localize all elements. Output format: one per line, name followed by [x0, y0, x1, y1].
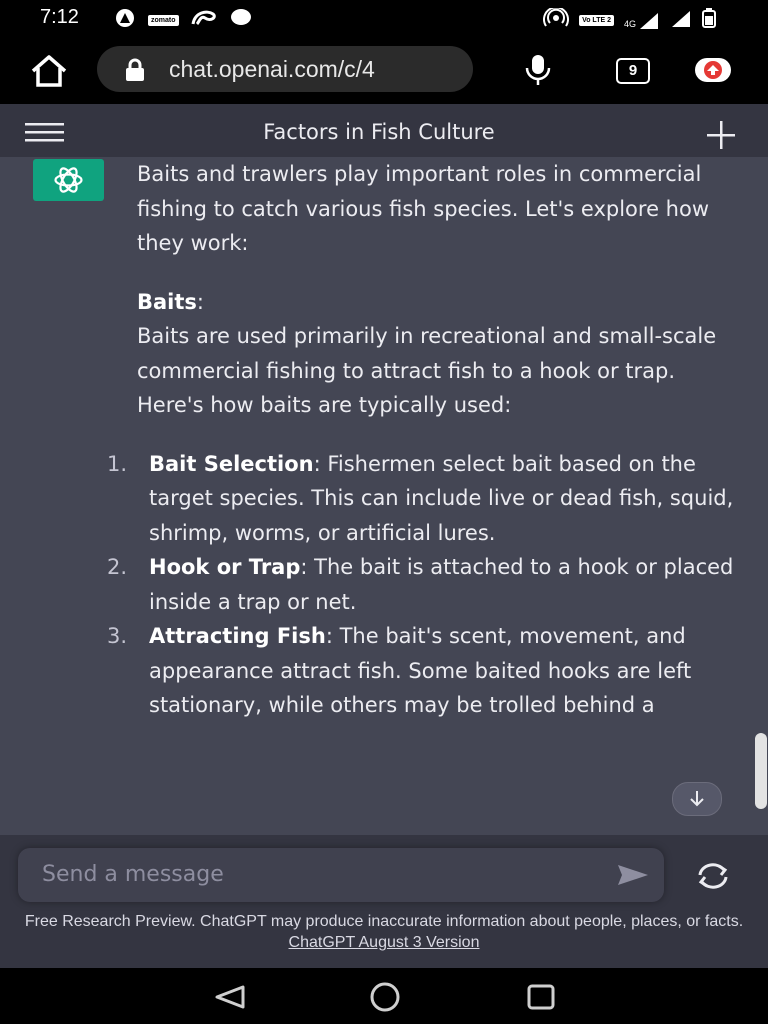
chat-message-area: Baits and trawlers play important roles … — [0, 157, 768, 835]
network-type-label: 4G — [623, 19, 636, 29]
disclaimer: Free Research Preview. ChatGPT may produ… — [0, 911, 768, 953]
assistant-message: Baits and trawlers play important roles … — [107, 157, 737, 723]
list-item: 1. Bait Selection: Fishermen select bait … — [107, 447, 737, 551]
scrollbar-thumb[interactable] — [755, 733, 767, 809]
url-text[interactable]: chat.openai.com/c/4 — [169, 56, 375, 83]
airtel-icon — [189, 8, 219, 32]
recents-square-icon[interactable] — [526, 983, 556, 1015]
signal-4g-icon: 4G — [624, 11, 660, 29]
message-input-placeholder[interactable]: Send a message — [42, 862, 224, 887]
update-icon[interactable] — [695, 58, 731, 82]
browser-toolbar: chat.openai.com/c/4 9 — [0, 34, 768, 104]
back-triangle-icon[interactable] — [213, 984, 247, 1014]
chat-bubble-icon — [229, 8, 253, 32]
composer: Send a message Free Research Preview. Ch… — [0, 835, 768, 968]
arrow-down-icon — [690, 791, 704, 807]
list-item-number: 1. — [107, 451, 128, 476]
page-title: Factors in Fish Culture — [263, 120, 495, 144]
zomato-icon: zomato — [148, 14, 179, 26]
regenerate-icon[interactable] — [694, 861, 732, 891]
bait-steps-list: 1. Bait Selection: Fishermen select bait … — [107, 447, 737, 723]
version-link[interactable]: ChatGPT August 3 Version — [289, 934, 480, 951]
mic-icon[interactable] — [524, 54, 552, 90]
section-heading-suffix: : — [196, 289, 204, 314]
lock-icon[interactable] — [124, 58, 146, 86]
list-item-title: Hook or Trap — [149, 555, 301, 579]
scroll-down-button[interactable] — [672, 782, 722, 816]
list-item-title: Bait Selection — [149, 451, 314, 476]
hotspot-icon — [543, 6, 569, 32]
home-icon[interactable] — [29, 54, 69, 92]
battery-icon — [702, 8, 716, 32]
status-time: 7:12 — [40, 6, 79, 28]
send-icon[interactable] — [616, 863, 650, 887]
address-bar[interactable]: chat.openai.com/c/4 — [97, 46, 473, 92]
tabs-icon[interactable]: 9 — [616, 58, 650, 84]
plus-icon[interactable] — [704, 118, 738, 156]
status-bar: 7:12 zomato Vo LTE 2 4G — [0, 0, 768, 34]
system-nav-bar — [0, 968, 768, 1024]
signal-icon — [670, 9, 692, 31]
list-item-number: 3. — [107, 624, 128, 648]
section-heading-bold: Baits — [137, 289, 197, 314]
section-body: Baits are used primarily in recreational… — [137, 324, 717, 417]
message-input[interactable]: Send a message — [18, 848, 664, 902]
volte-icon: Vo LTE 2 — [579, 14, 614, 26]
message-intro: Baits and trawlers play important roles … — [137, 162, 710, 255]
app-a-icon — [112, 8, 138, 32]
section-heading: Baits: — [137, 285, 737, 320]
list-item-title: Attracting Fish — [149, 624, 326, 648]
home-circle-icon[interactable] — [368, 982, 402, 1016]
list-item: 3. Attracting Fish: The bait's scent, mov… — [107, 619, 737, 723]
list-item-number: 2. — [107, 555, 128, 579]
chatgpt-logo-icon — [33, 159, 104, 201]
disclaimer-text: Free Research Preview. ChatGPT may produ… — [24, 913, 744, 930]
list-item: 2. Hook or Trap: The bait is attached to … — [107, 550, 737, 619]
chat-header: Factors in Fish Culture — [0, 104, 768, 161]
